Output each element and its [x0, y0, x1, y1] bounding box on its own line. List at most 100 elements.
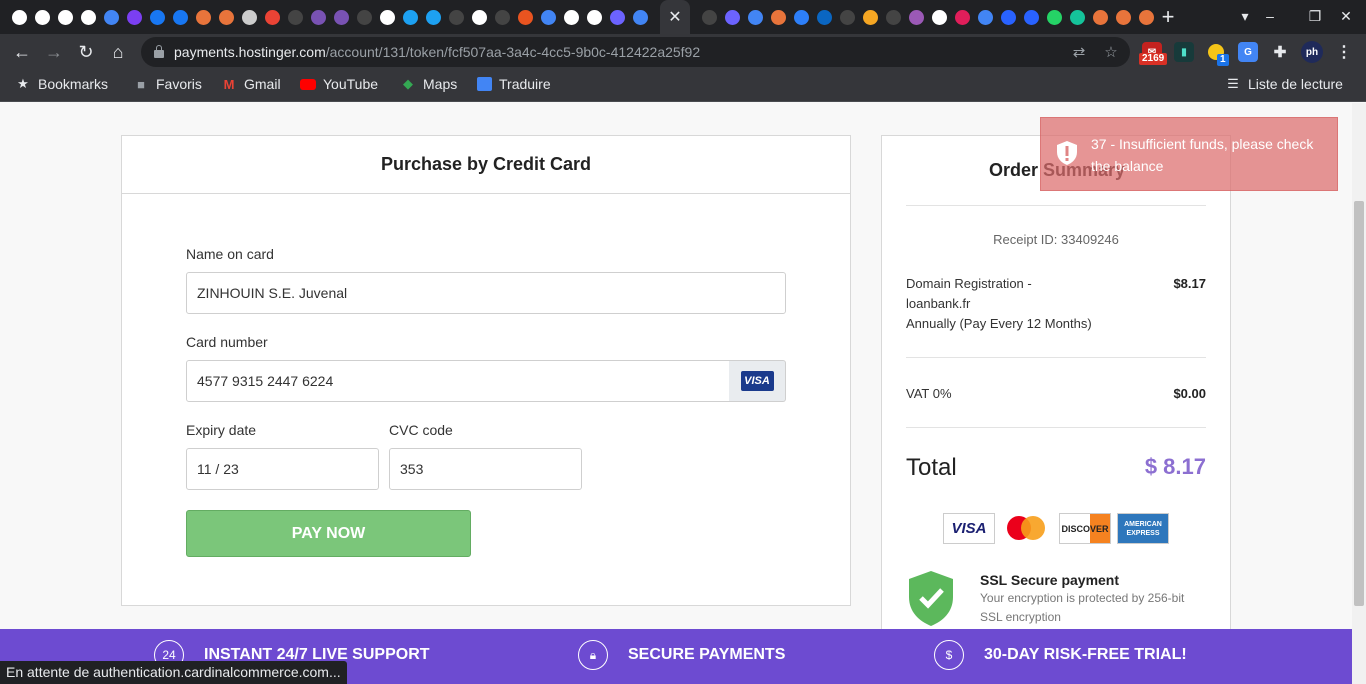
browser-tab[interactable] — [31, 0, 54, 34]
browser-tab[interactable] — [445, 0, 468, 34]
expiry-date-input[interactable]: 11 / 23 — [186, 448, 379, 490]
back-icon[interactable]: ← — [10, 40, 34, 64]
home-icon[interactable]: ⌂ — [106, 40, 130, 64]
browser-tab[interactable] — [100, 0, 123, 34]
reading-list[interactable]: ☰ Liste de lecture — [1225, 76, 1343, 92]
tab-favicon-icon — [58, 9, 73, 25]
browser-tab[interactable] — [1066, 0, 1089, 34]
padlock-icon: 🔒︎ — [578, 640, 608, 670]
browser-tab[interactable] — [1020, 0, 1043, 34]
card-number-input[interactable]: 4577 9315 2447 6224 — [186, 360, 730, 402]
browser-tab[interactable] — [928, 0, 951, 34]
tab-favicon-icon — [242, 9, 257, 25]
browser-tab[interactable] — [330, 0, 353, 34]
browser-tab[interactable] — [1112, 0, 1135, 34]
browser-tab[interactable] — [974, 0, 997, 34]
browser-tab[interactable] — [606, 0, 629, 34]
browser-tab[interactable] — [560, 0, 583, 34]
browser-tab[interactable] — [583, 0, 606, 34]
browser-tab[interactable] — [721, 0, 744, 34]
browser-tab[interactable] — [399, 0, 422, 34]
browser-tab[interactable] — [261, 0, 284, 34]
browser-tab[interactable] — [1043, 0, 1066, 34]
bookmark-maps[interactable]: ◆ Maps — [400, 76, 457, 92]
browser-tab[interactable] — [284, 0, 307, 34]
browser-tab[interactable] — [836, 0, 859, 34]
browser-tab[interactable] — [491, 0, 514, 34]
bookmark-favoris[interactable]: ■ Favoris — [133, 76, 202, 92]
browser-tab[interactable] — [1135, 0, 1158, 34]
browser-tab[interactable] — [1089, 0, 1112, 34]
gmail-icon: M — [223, 76, 235, 92]
scrollbar-thumb[interactable] — [1354, 201, 1364, 606]
browser-tab[interactable] — [123, 0, 146, 34]
browser-tab[interactable] — [77, 0, 100, 34]
cvc-code-input[interactable]: 353 — [389, 448, 582, 490]
ssl-title: SSL Secure payment — [980, 572, 1120, 588]
order-summary-card: Order Summary Receipt ID: 33409246 Domai… — [881, 135, 1231, 655]
browser-tab[interactable] — [698, 0, 721, 34]
browser-tab[interactable] — [790, 0, 813, 34]
tab-favicon-icon — [357, 9, 372, 25]
browser-tab[interactable] — [767, 0, 790, 34]
browser-tab[interactable] — [376, 0, 399, 34]
gmail-unread-badge: 2169 — [1139, 53, 1168, 65]
reload-icon[interactable]: ↻ — [74, 40, 98, 64]
bookmark-star-icon[interactable]: ☆ — [1102, 43, 1120, 61]
tab-favicon-icon — [610, 9, 625, 25]
browser-tab[interactable] — [997, 0, 1020, 34]
browser-tab[interactable] — [514, 0, 537, 34]
google-translate-icon[interactable]: G — [1238, 42, 1258, 62]
maximize-icon[interactable]: ❐ — [1307, 8, 1323, 25]
browser-tab[interactable] — [192, 0, 215, 34]
browser-tab[interactable] — [744, 0, 767, 34]
browser-tab[interactable] — [215, 0, 238, 34]
tab-favicon-icon — [541, 9, 556, 25]
bookmark-bookmarks[interactable]: ★ Bookmarks — [15, 76, 108, 92]
pay-now-button[interactable]: PAY NOW — [186, 510, 471, 557]
browser-tab[interactable] — [951, 0, 974, 34]
tab-favicon-icon — [725, 9, 740, 25]
browser-tab[interactable] — [859, 0, 882, 34]
folder-icon: ■ — [137, 76, 145, 92]
browser-tab[interactable] — [629, 0, 652, 34]
bookmark-youtube[interactable]: YouTube — [300, 76, 378, 92]
menu-kebab-icon[interactable]: ⋮ — [1334, 42, 1354, 62]
active-tab-close-button[interactable]: ✕ — [660, 0, 690, 34]
bookmark-traduire[interactable]: Traduire — [476, 76, 551, 92]
tab-favicon-icon — [12, 9, 27, 25]
forward-icon[interactable]: → — [42, 40, 66, 64]
address-bar[interactable]: payments.hostinger.com/account/131/token… — [141, 37, 1130, 67]
browser-tab[interactable] — [353, 0, 376, 34]
browser-tab[interactable] — [813, 0, 836, 34]
browser-tab[interactable] — [468, 0, 491, 34]
extension-icon[interactable]: ▮ — [1174, 42, 1194, 62]
profile-avatar[interactable]: ph — [1301, 41, 1323, 63]
browser-tab[interactable] — [54, 0, 77, 34]
tab-favicon-icon — [909, 9, 924, 25]
browser-tab[interactable] — [238, 0, 261, 34]
tab-search-icon[interactable]: ▾ — [1237, 8, 1253, 25]
toast-message: 37 - Insufficient funds, please check th… — [1091, 136, 1314, 174]
browser-tab[interactable] — [146, 0, 169, 34]
browser-tab[interactable] — [307, 0, 330, 34]
browser-tab[interactable] — [8, 0, 31, 34]
total-value: $ 8.17 — [1144, 454, 1206, 479]
translate-page-icon[interactable]: ⇄ — [1070, 43, 1088, 61]
browser-tab[interactable] — [537, 0, 560, 34]
lock-icon[interactable] — [154, 45, 164, 58]
extensions-puzzle-icon[interactable]: ✚ — [1270, 42, 1290, 62]
error-toast[interactable]: 37 - Insufficient funds, please check th… — [1040, 117, 1338, 191]
tab-favicon-icon — [1024, 9, 1039, 25]
name-on-card-input[interactable]: ZINHOUIN S.E. Juvenal — [186, 272, 786, 314]
browser-tab[interactable] — [422, 0, 445, 34]
tab-favicon-icon — [794, 9, 809, 25]
browser-tab[interactable] — [169, 0, 192, 34]
minimize-icon[interactable]: – — [1262, 8, 1278, 24]
dollar-icon: $ — [934, 640, 964, 670]
close-window-icon[interactable]: ✕ — [1338, 8, 1354, 25]
bookmark-gmail[interactable]: M Gmail — [221, 76, 281, 92]
browser-tab[interactable] — [882, 0, 905, 34]
new-tab-button[interactable]: + — [1158, 6, 1178, 28]
browser-tab[interactable] — [905, 0, 928, 34]
